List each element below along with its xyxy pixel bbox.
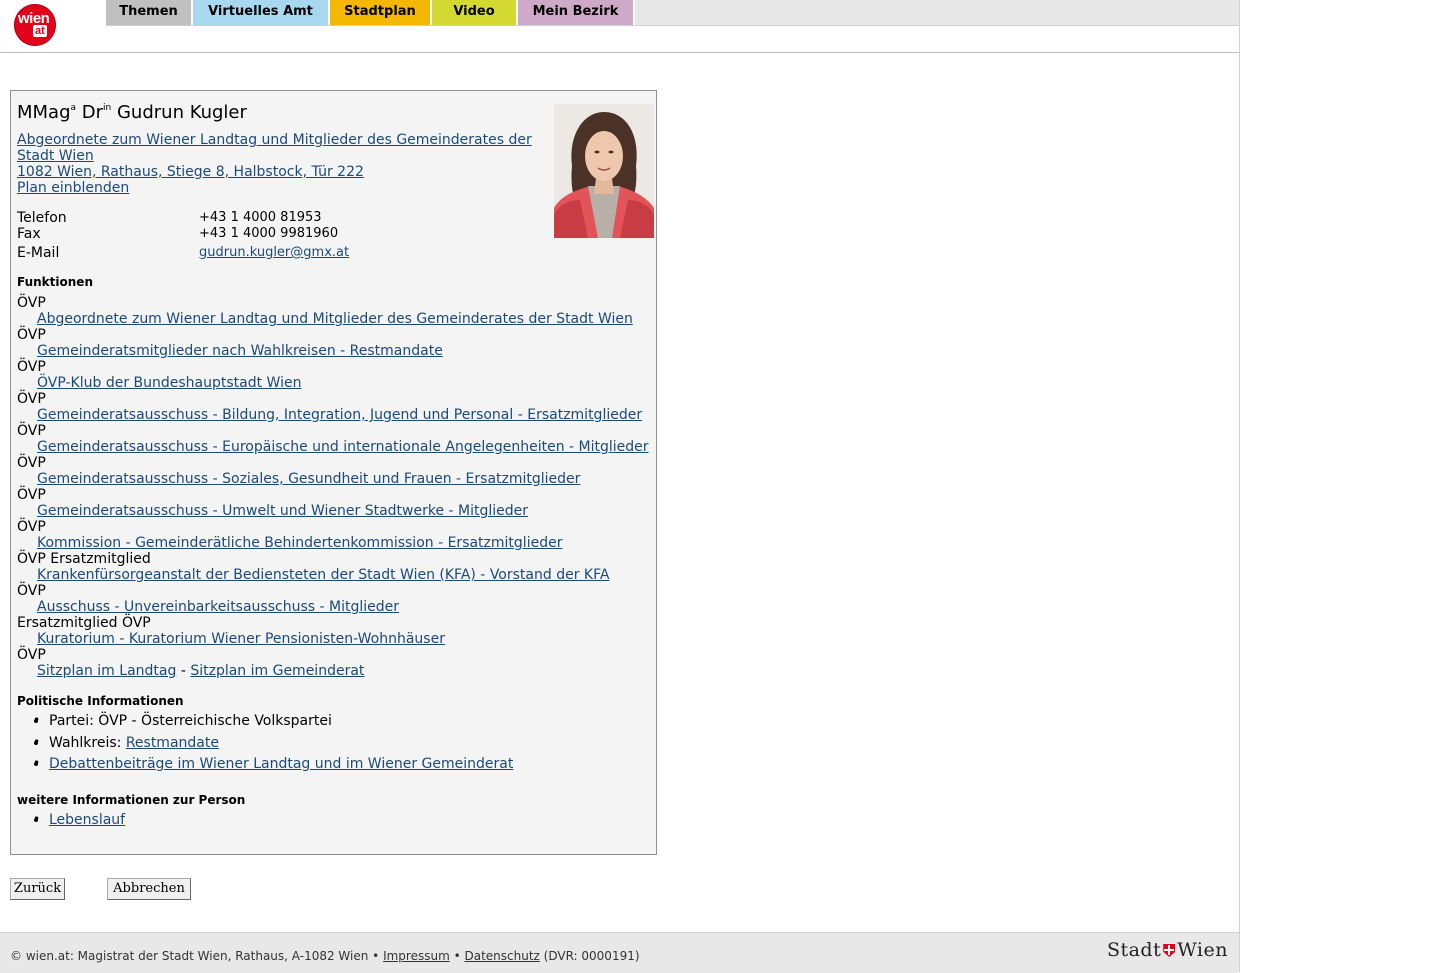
- function-party: ÖVP: [17, 295, 46, 311]
- function-link[interactable]: Kommission - Gemeinderätliche Behinderte…: [37, 535, 562, 551]
- cv-link[interactable]: Lebenslauf: [49, 812, 125, 828]
- footer-text: © wien.at: Magistrat der Stadt Wien, Rat…: [10, 949, 640, 963]
- wahlkreis-link[interactable]: Restmandate: [126, 735, 219, 751]
- wien-at-logo[interactable]: wien at: [14, 4, 56, 46]
- email-label: E-Mail: [17, 245, 60, 261]
- org-link-line2[interactable]: Stadt Wien: [17, 148, 94, 164]
- phone-label: Telefon: [17, 210, 67, 226]
- datenschutz-link[interactable]: Datenschutz: [464, 949, 539, 963]
- party-info: Partei: ÖVP - Österreichische Volksparte…: [33, 713, 332, 729]
- stadt-wien-logo[interactable]: Stadt Wien: [1107, 939, 1228, 961]
- function-link[interactable]: Kuratorium - Kuratorium Wiener Pensionis…: [37, 631, 445, 647]
- tab-virtuelles-amt[interactable]: Virtuelles Amt: [193, 0, 330, 25]
- function-party: ÖVP: [17, 423, 46, 439]
- politics-heading: Politische Informationen: [17, 694, 184, 708]
- wahlkreis-info: Wahlkreis: Restmandate: [33, 735, 219, 751]
- fax-value: +43 1 4000 9981960: [199, 226, 339, 241]
- tab-label: Themen: [119, 4, 178, 19]
- function-link[interactable]: Gemeinderatsausschuss - Soziales, Gesund…: [37, 471, 580, 487]
- function-party: ÖVP: [17, 327, 46, 343]
- seating-plan-gemeinderat-link[interactable]: Sitzplan im Gemeinderat: [190, 663, 364, 679]
- tab-video[interactable]: Video: [432, 0, 518, 25]
- function-party: ÖVP: [17, 487, 46, 503]
- wien-shield-icon: [1163, 944, 1176, 957]
- function-party: ÖVP: [17, 519, 46, 535]
- person-photo: [554, 104, 654, 238]
- function-link[interactable]: Gemeinderatsmitglieder nach Wahlkreisen …: [37, 343, 443, 359]
- seating-plan-landtag-link[interactable]: Sitzplan im Landtag: [37, 663, 176, 679]
- debates-item: Debattenbeiträge im Wiener Landtag und i…: [33, 756, 513, 772]
- person-card: MMaga Drin Gudrun Kugler Abgeordnete zum…: [10, 90, 657, 855]
- org-link[interactable]: Abgeordnete zum Wiener Landtag und Mitgl…: [17, 132, 532, 148]
- cv-item: Lebenslauf: [33, 812, 125, 828]
- tab-label: Stadtplan: [344, 4, 416, 19]
- function-party: ÖVP: [17, 583, 46, 599]
- page-gutter: [1240, 0, 1440, 972]
- cancel-button[interactable]: Abbrechen: [107, 878, 191, 900]
- more-info-heading: weitere Informationen zur Person: [17, 793, 246, 807]
- tab-label: Video: [453, 4, 495, 19]
- back-button[interactable]: Zurück: [10, 878, 65, 900]
- function-party: ÖVP: [17, 455, 46, 471]
- function-link[interactable]: ÖVP-Klub der Bundeshauptstadt Wien: [37, 375, 301, 391]
- functions-heading: Funktionen: [17, 275, 93, 289]
- person-name: MMaga Drin Gudrun Kugler: [17, 102, 247, 123]
- show-map-link[interactable]: Plan einblenden: [17, 180, 129, 196]
- address-link[interactable]: 1082 Wien, Rathaus, Stiege 8, Halbstock,…: [17, 164, 364, 180]
- email-link[interactable]: gudrun.kugler@gmx.at: [199, 245, 349, 260]
- tab-themen[interactable]: Themen: [106, 0, 193, 25]
- function-party: ÖVP: [17, 359, 46, 375]
- function-link[interactable]: Gemeinderatsausschuss - Bildung, Integra…: [37, 407, 642, 423]
- function-link[interactable]: Ausschuss - Unvereinbarkeitsausschuss - …: [37, 599, 399, 615]
- top-navigation: Themen Virtuelles Amt Stadtplan Video Me…: [106, 0, 1239, 26]
- debates-link[interactable]: Debattenbeiträge im Wiener Landtag und i…: [49, 756, 513, 772]
- tab-mein-bezirk[interactable]: Mein Bezirk: [518, 0, 635, 25]
- function-party: Ersatzmitglied ÖVP: [17, 615, 151, 631]
- function-party: ÖVP Ersatzmitglied: [17, 551, 151, 567]
- phone-value: +43 1 4000 81953: [199, 210, 322, 225]
- fax-label: Fax: [17, 226, 41, 242]
- function-party: ÖVP: [17, 647, 46, 663]
- impressum-link[interactable]: Impressum: [383, 949, 450, 963]
- tab-label: Virtuelles Amt: [208, 4, 313, 19]
- page-footer: © wien.at: Magistrat der Stadt Wien, Rat…: [0, 932, 1239, 973]
- function-link[interactable]: Gemeinderatsausschuss - Umwelt und Wiene…: [37, 503, 528, 519]
- portrait-image: [554, 104, 654, 238]
- seating-plan-links: Sitzplan im Landtag - Sitzplan im Gemein…: [37, 663, 365, 679]
- function-link[interactable]: Abgeordnete zum Wiener Landtag und Mitgl…: [37, 311, 633, 327]
- tab-label: Mein Bezirk: [532, 4, 619, 19]
- function-link[interactable]: Gemeinderatsausschuss - Europäische und …: [37, 439, 649, 455]
- logo-text-at: at: [33, 25, 47, 37]
- header-divider: [0, 52, 1239, 53]
- function-party: ÖVP: [17, 391, 46, 407]
- function-link[interactable]: Krankenfürsorgeanstalt der Bediensteten …: [37, 567, 609, 583]
- tab-stadtplan[interactable]: Stadtplan: [330, 0, 432, 25]
